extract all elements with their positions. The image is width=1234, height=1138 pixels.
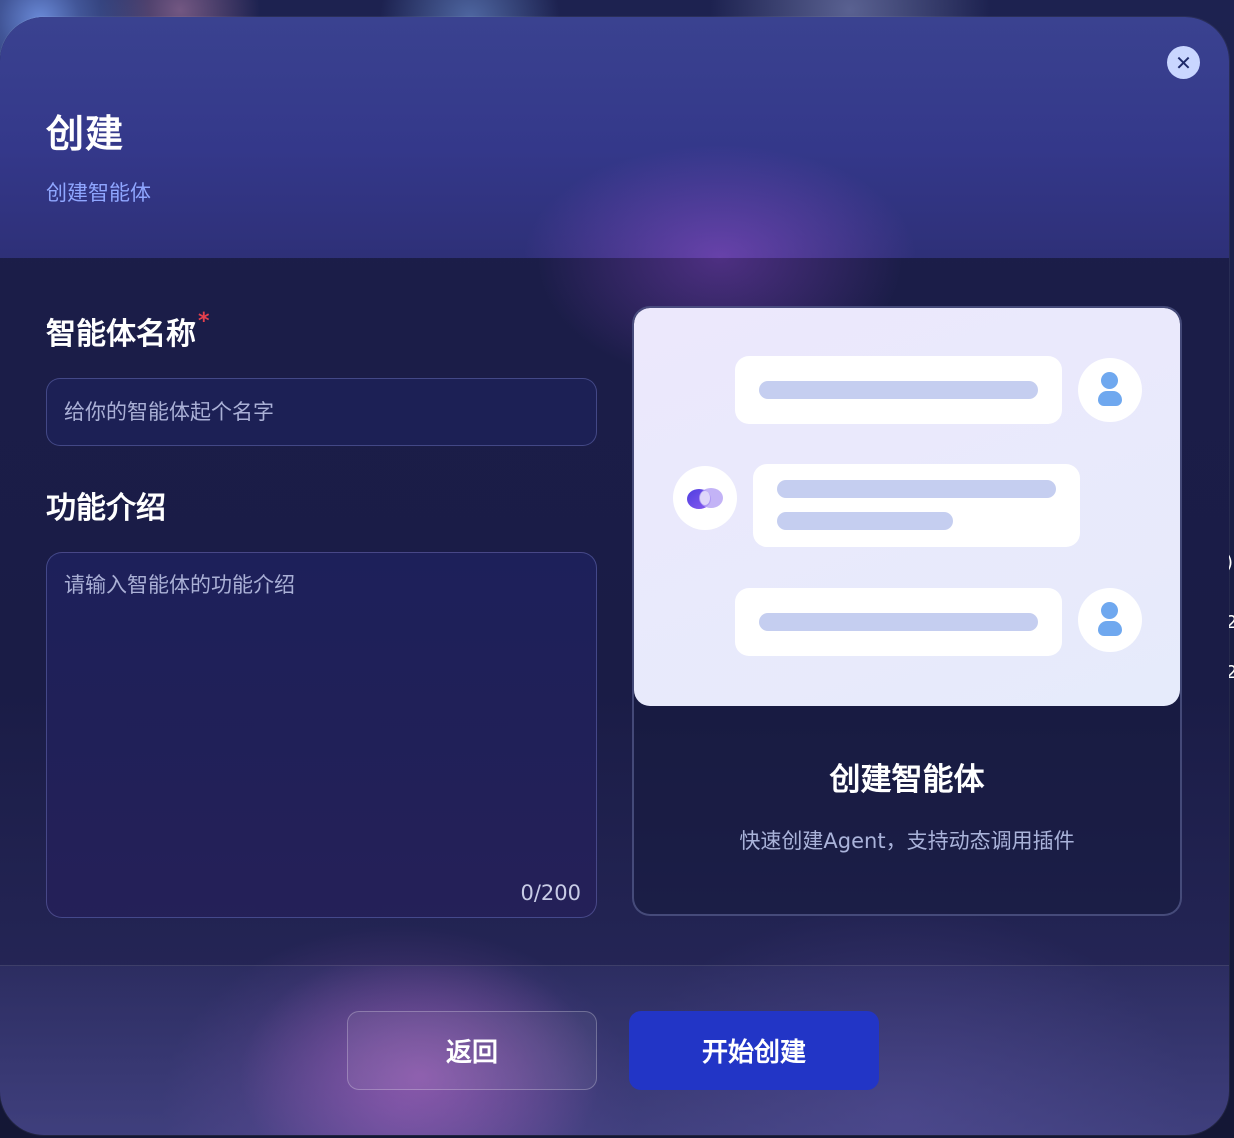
text-placeholder-bar — [759, 613, 1038, 631]
chat-bubble-user — [735, 588, 1062, 656]
dialog-footer — [0, 966, 1229, 1135]
start-create-button[interactable]: 开始创建 — [629, 1011, 879, 1090]
close-button[interactable]: ✕ — [1167, 46, 1200, 79]
name-label-text: 智能体名称 — [46, 317, 196, 352]
create-dialog: 创建 创建智能体 ✕ 智能体名称* 功能介绍 0/200 — [0, 17, 1229, 1135]
agent-description-textarea[interactable] — [47, 553, 596, 917]
card-title: 创建智能体 — [829, 762, 985, 798]
agent-logo-icon — [673, 466, 737, 530]
chat-preview-illustration — [634, 308, 1180, 706]
chat-bubble-agent — [753, 464, 1080, 547]
dialog-subtitle: 创建智能体 — [46, 181, 151, 205]
user-avatar-icon — [1078, 358, 1142, 422]
text-placeholder-bar — [777, 480, 1056, 498]
text-placeholder-bar — [777, 512, 953, 530]
dialog-header: 创建 创建智能体 ✕ — [0, 17, 1229, 258]
user-avatar-icon — [1078, 588, 1142, 652]
back-button[interactable]: 返回 — [347, 1011, 597, 1090]
agent-name-input[interactable] — [46, 378, 597, 446]
required-mark: * — [198, 309, 210, 334]
chat-bubble-user — [735, 356, 1062, 424]
create-agent-card[interactable]: 创建智能体 快速创建Agent，支持动态调用插件 — [632, 306, 1182, 916]
card-description: 快速创建Agent，支持动态调用插件 — [739, 829, 1075, 853]
dialog-title: 创建 — [46, 112, 125, 156]
close-icon: ✕ — [1175, 50, 1192, 75]
char-counter: 0/200 — [520, 881, 581, 905]
description-field-label: 功能介绍 — [46, 491, 166, 526]
description-field: 0/200 — [46, 552, 597, 918]
name-field-label: 智能体名称* — [46, 309, 210, 353]
text-placeholder-bar — [759, 381, 1038, 399]
